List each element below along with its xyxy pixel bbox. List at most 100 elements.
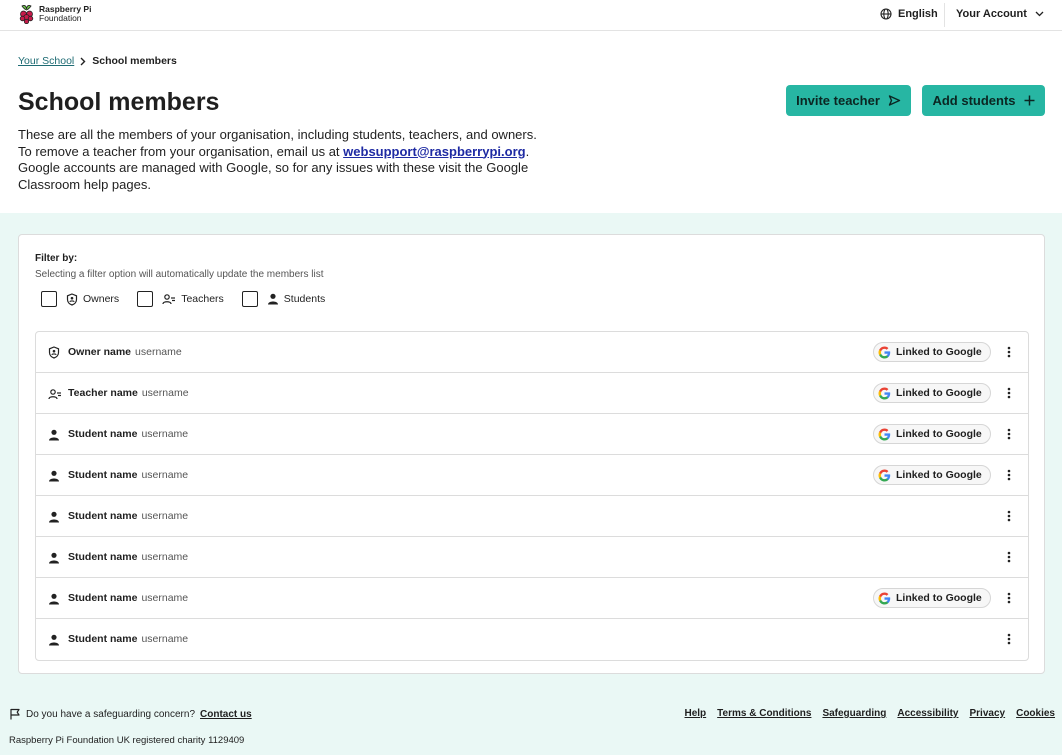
linked-to-google-badge: Linked to Google — [873, 588, 991, 608]
account-menu[interactable]: Your Account — [956, 8, 1044, 20]
more-options-icon[interactable] — [1000, 384, 1018, 402]
contact-us-link[interactable]: Contact us — [200, 709, 252, 720]
shield-icon — [48, 346, 60, 364]
members-card: Filter by: Selecting a filter option wil… — [18, 234, 1045, 674]
google-icon — [878, 346, 891, 359]
footer-link-accessibility[interactable]: Accessibility — [897, 708, 958, 719]
linked-to-google-badge: Linked to Google — [873, 465, 991, 485]
page-intro: These are all the members of your organi… — [18, 127, 578, 193]
filter-options: Owners Teachers Students — [41, 291, 343, 307]
invite-teacher-button[interactable]: Invite teacher — [786, 85, 911, 116]
member-row[interactable]: Student name username — [36, 496, 1028, 537]
header-divider — [944, 3, 945, 27]
member-username: username — [141, 428, 189, 440]
teacher-icon — [162, 293, 176, 304]
globe-icon — [880, 8, 892, 20]
more-options-icon[interactable] — [1000, 589, 1018, 607]
member-username: username — [141, 592, 189, 604]
top-navigation-bar: Raspberry Pi Foundation English Your Acc… — [0, 0, 1062, 31]
filter-students[interactable]: Students — [241, 291, 326, 307]
add-students-button[interactable]: Add students — [922, 85, 1045, 116]
google-icon — [878, 592, 891, 605]
linked-to-google-badge: Linked to Google — [873, 342, 991, 362]
member-name: Student name username — [68, 592, 189, 604]
member-row[interactable]: Owner name username Linked to Google — [36, 332, 1028, 373]
flag-icon — [10, 708, 20, 720]
person-icon — [48, 469, 60, 487]
member-name: Student name username — [68, 510, 189, 522]
language-label: English — [898, 8, 938, 20]
members-list: Owner name username Linked to Google Teache… — [35, 331, 1029, 661]
person-icon — [48, 510, 60, 528]
more-options-icon[interactable] — [1000, 507, 1018, 525]
breadcrumb-your-school[interactable]: Your School — [18, 55, 74, 67]
member-name: Student name username — [68, 469, 189, 481]
member-name: Teacher name username — [68, 387, 189, 399]
safeguarding-notice: Do you have a safeguarding concern? Cont… — [9, 708, 252, 720]
member-username: username — [141, 510, 189, 522]
person-icon — [267, 293, 278, 305]
member-row[interactable]: Teacher name username Linked to Google — [36, 373, 1028, 414]
language-selector[interactable]: English — [880, 8, 938, 20]
member-username: username — [141, 551, 189, 563]
more-options-icon[interactable] — [1000, 630, 1018, 648]
member-name: Student name username — [68, 633, 189, 645]
footer-links: Help Terms & Conditions Safeguarding Acc… — [685, 708, 1056, 719]
footer-link-privacy[interactable]: Privacy — [970, 708, 1006, 719]
intro-line-1: These are all the members of your organi… — [18, 127, 537, 142]
filter-students-checkbox[interactable] — [241, 291, 258, 307]
page-title: School members — [18, 88, 220, 116]
teacher-icon — [48, 387, 62, 405]
person-icon — [48, 551, 60, 569]
member-row[interactable]: Student name username Linked to Google — [36, 578, 1028, 619]
member-username: username — [141, 387, 189, 399]
member-name: Owner name username — [68, 346, 182, 358]
filter-owners-checkbox[interactable] — [41, 291, 57, 307]
person-icon — [48, 592, 60, 610]
filter-owners-label: Owners — [83, 293, 120, 305]
filter-owners[interactable]: Owners — [41, 291, 119, 307]
member-row[interactable]: Student name username Linked to Google — [36, 455, 1028, 496]
filter-teachers-label: Teachers — [181, 293, 224, 305]
filter-teachers[interactable]: Teachers — [137, 291, 224, 307]
breadcrumb-current: School members — [92, 55, 177, 67]
more-options-icon[interactable] — [1000, 343, 1018, 361]
support-email-link[interactable]: websupport@raspberrypi.org — [343, 144, 525, 159]
page-footer: Do you have a safeguarding concern? Cont… — [0, 695, 1062, 755]
account-label: Your Account — [956, 8, 1027, 20]
google-icon — [878, 469, 891, 482]
filter-teachers-checkbox[interactable] — [137, 291, 154, 307]
breadcrumb: Your School School members — [18, 55, 177, 67]
footer-link-help[interactable]: Help — [685, 708, 707, 719]
linked-to-google-badge: Linked to Google — [873, 424, 991, 444]
member-username: username — [141, 633, 189, 645]
filter-students-label: Students — [283, 293, 326, 305]
member-row[interactable]: Student name username Linked to Google — [36, 414, 1028, 455]
member-username: username — [141, 469, 189, 481]
more-options-icon[interactable] — [1000, 425, 1018, 443]
footer-link-terms[interactable]: Terms & Conditions — [717, 708, 811, 719]
google-icon — [878, 428, 891, 441]
more-options-icon[interactable] — [1000, 466, 1018, 484]
member-row[interactable]: Student name username — [36, 537, 1028, 578]
add-students-label: Add students — [932, 93, 1016, 108]
invite-teacher-label: Invite teacher — [796, 93, 880, 108]
footer-link-safeguarding[interactable]: Safeguarding — [822, 708, 886, 719]
member-name: Student name username — [68, 428, 189, 440]
send-icon — [888, 95, 901, 106]
raspberry-pi-logo[interactable]: Raspberry Pi Foundation — [18, 4, 91, 24]
person-icon — [48, 633, 60, 651]
person-icon — [48, 428, 60, 446]
plus-icon — [1024, 95, 1035, 106]
filter-title: Filter by: — [35, 253, 78, 264]
chevron-down-icon — [1035, 11, 1044, 17]
member-username: username — [135, 346, 182, 358]
footer-link-cookies[interactable]: Cookies — [1016, 708, 1055, 719]
charity-notice: Raspberry Pi Foundation UK registered ch… — [9, 735, 245, 746]
member-row[interactable]: Student name username — [36, 619, 1028, 660]
filter-help-text: Selecting a filter option will automatic… — [35, 269, 324, 280]
intro-line-3: Google accounts are managed with Google,… — [18, 160, 529, 192]
intro-line-2: To remove a teacher from your organisati… — [18, 143, 530, 159]
chevron-right-icon — [80, 57, 86, 65]
more-options-icon[interactable] — [1000, 548, 1018, 566]
